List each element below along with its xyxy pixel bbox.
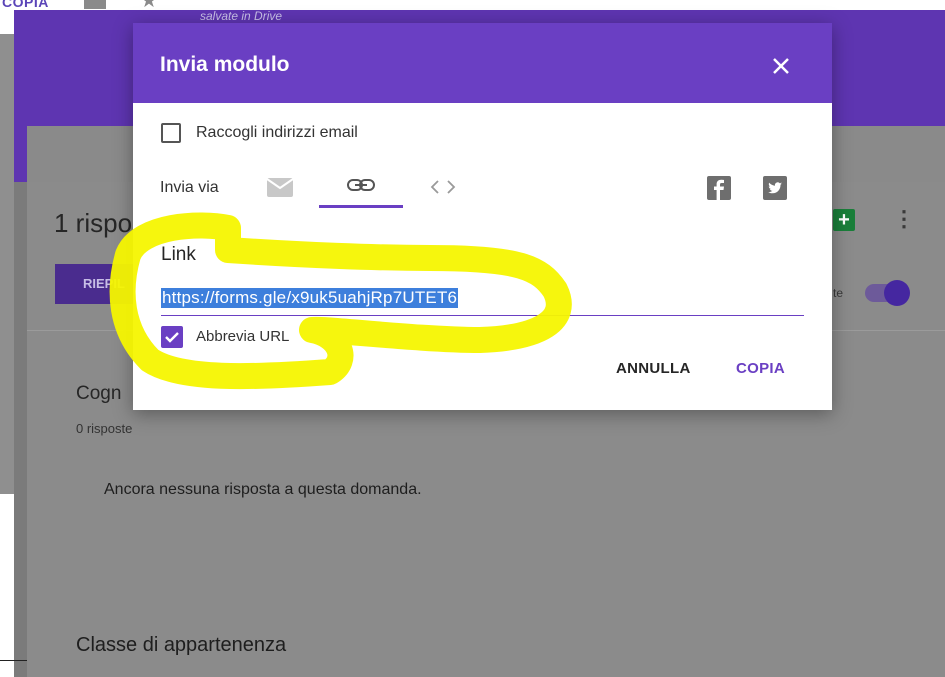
copy-button[interactable]: COPIA [736, 360, 785, 377]
summary-tab[interactable]: RIEPIL [55, 264, 145, 304]
shorten-url-label: Abbrevia URL [196, 328, 290, 345]
left-edge-shade [0, 34, 14, 494]
shorten-url-checkbox[interactable] [161, 326, 183, 348]
tab-link[interactable] [319, 168, 403, 208]
folder-icon[interactable] [84, 0, 106, 9]
twitter-icon [768, 182, 782, 194]
close-button[interactable] [765, 50, 797, 82]
cancel-button[interactable]: ANNULLA [616, 360, 691, 377]
check-icon [165, 332, 179, 343]
facebook-button[interactable] [707, 176, 731, 200]
email-icon [266, 178, 294, 197]
question-title: Cogn [76, 383, 122, 404]
link-url-value[interactable]: https://forms.gle/x9uk5uahjRp7UTET6 [161, 288, 459, 308]
collect-email-checkbox[interactable] [161, 123, 181, 143]
divider [0, 660, 27, 661]
link-url-field[interactable]: https://forms.gle/x9uk5uahjRp7UTET6 [161, 287, 804, 316]
toggle-knob[interactable] [884, 280, 910, 306]
no-responses-message: Ancora nessuna risposta a questa domanda… [104, 481, 422, 498]
background-copy-link[interactable]: COPIA [2, 0, 49, 10]
link-heading: Link [161, 244, 196, 265]
collect-email-label: Raccogli indirizzi email [196, 124, 358, 141]
send-via-label: Invia via [160, 179, 219, 196]
star-icon[interactable]: ★ [140, 0, 158, 11]
accept-responses-label: te [833, 286, 844, 300]
tab-email[interactable] [260, 168, 300, 208]
question-response-count: 0 risposte [76, 421, 133, 436]
saved-status: salvate in Drive [200, 9, 283, 23]
embed-code-icon [430, 180, 456, 194]
sheets-icon[interactable]: + [833, 209, 855, 231]
send-form-dialog: Invia modulo Raccogli indirizzi email In… [133, 23, 832, 410]
close-icon [773, 58, 789, 74]
more-vert-icon[interactable]: ⋮ [893, 206, 915, 232]
tab-embed[interactable] [423, 168, 463, 208]
facebook-icon [714, 179, 724, 200]
question-title: Classe di appartenenza [76, 634, 287, 656]
dialog-title: Invia modulo [160, 53, 290, 76]
twitter-button[interactable] [763, 176, 787, 200]
responses-heading: 1 rispo [54, 208, 133, 238]
link-icon [347, 179, 375, 191]
